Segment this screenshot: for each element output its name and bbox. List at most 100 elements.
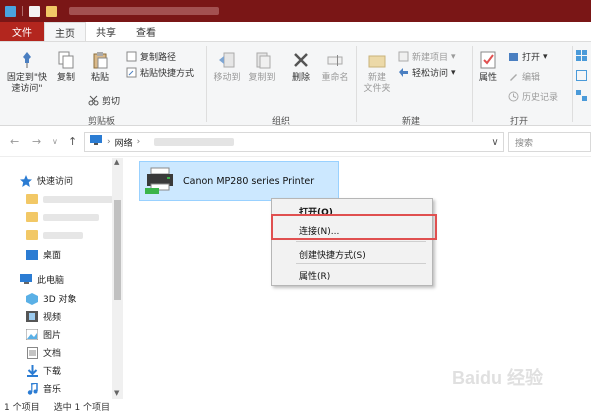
tab-home[interactable]: 主页	[44, 22, 86, 41]
window-title	[69, 7, 219, 15]
menu-item-create-shortcut[interactable]: 创建快捷方式(S)	[299, 248, 366, 261]
breadcrumb-separator: ›	[107, 137, 111, 147]
sidebar-item-3d-objects[interactable]: 3D 对象	[26, 292, 77, 305]
printer-icon	[145, 166, 175, 197]
up-arrow-icon[interactable]: ↑	[68, 135, 77, 148]
edit-button[interactable]: 编辑	[508, 70, 540, 83]
select-none-button[interactable]	[576, 70, 587, 81]
properties-icon[interactable]	[29, 5, 40, 17]
tab-view[interactable]: 查看	[126, 22, 166, 41]
navigation-pane: 快速访问 桌面 此电脑 3D 对象 视频 图片 文档 下载 音乐	[0, 158, 124, 399]
folder-icon	[26, 230, 38, 240]
document-icon	[26, 346, 38, 359]
sidebar-item-pictures[interactable]: 图片	[26, 328, 61, 341]
music-note-icon	[26, 382, 38, 395]
invert-selection-button[interactable]	[576, 90, 587, 101]
paste-icon	[91, 50, 109, 70]
sidebar-item-desktop[interactable]: 桌面	[26, 248, 61, 261]
edit-icon	[508, 71, 519, 82]
move-to-button[interactable]: 移动到	[210, 50, 244, 84]
copy-to-button[interactable]: 复制到	[244, 50, 280, 84]
paste-shortcut-button[interactable]: 粘贴快捷方式	[126, 66, 194, 79]
sidebar-item-documents[interactable]: 文档	[26, 346, 61, 359]
explorer-icon	[5, 5, 16, 17]
tab-share[interactable]: 共享	[86, 22, 126, 41]
search-input[interactable]: 搜索	[508, 132, 591, 152]
scroll-up-arrow-icon[interactable]: ▲	[114, 158, 119, 166]
new-item-icon	[398, 51, 409, 62]
film-icon	[26, 311, 38, 322]
address-dropdown-icon[interactable]: ∨	[486, 132, 504, 152]
new-item-button[interactable]: 新建项目 ▾	[398, 50, 456, 63]
menu-divider	[296, 241, 426, 242]
sidebar-scrollbar-thumb[interactable]	[114, 200, 121, 300]
sidebar-item-folder[interactable]	[26, 230, 83, 240]
copy-icon	[57, 50, 75, 70]
pin-icon	[18, 50, 36, 70]
cut-label: 剪切	[102, 97, 121, 107]
paste-shortcut-label: 粘贴快捷方式	[140, 69, 195, 79]
back-arrow-icon[interactable]: ←	[10, 135, 19, 148]
sidebar-item-quick-access[interactable]: 快速访问	[20, 174, 73, 187]
select-all-button[interactable]	[576, 50, 587, 61]
context-menu: 打开(O) 连接(N)... 创建快捷方式(S) 属性(R)	[271, 198, 433, 286]
recent-chevron-icon[interactable]: ∨	[52, 137, 58, 146]
sidebar-item-videos[interactable]: 视频	[26, 310, 61, 323]
new-folder-label-line2: 文件夹	[363, 84, 391, 94]
new-folder-label-line1: 新建	[367, 73, 386, 83]
easy-access-icon	[398, 67, 409, 78]
open-button[interactable]: 打开 ▾	[508, 50, 548, 63]
copy-button[interactable]: 复制	[54, 50, 78, 84]
sidebar-label: 快速访问	[37, 177, 74, 187]
forward-arrow-icon[interactable]: →	[32, 135, 41, 148]
group-organize-label: 组织	[272, 117, 291, 127]
breadcrumb-network[interactable]: 网络	[115, 136, 133, 149]
delete-button[interactable]: 删除	[288, 50, 314, 84]
copy-path-button[interactable]: 复制路径	[126, 50, 176, 63]
properties-label: 属性	[478, 73, 497, 83]
scroll-down-arrow-icon[interactable]: ▼	[114, 389, 119, 397]
tab-file[interactable]: 文件	[0, 22, 44, 41]
easy-access-button[interactable]: 轻松访问 ▾	[398, 66, 456, 79]
rename-button[interactable]: 重命名	[318, 50, 352, 84]
highlight-box	[271, 214, 437, 240]
new-folder-button[interactable]: 新建 文件夹	[360, 50, 394, 95]
move-to-icon	[218, 50, 236, 70]
rename-icon	[326, 50, 344, 70]
picture-icon	[26, 329, 38, 340]
menu-item-properties[interactable]: 属性(R)	[299, 269, 330, 282]
sidebar-item-music[interactable]: 音乐	[26, 382, 61, 395]
printer-item[interactable]: Canon MP280 series Printer	[139, 161, 339, 201]
address-bar[interactable]: › 网络 ›	[84, 132, 504, 152]
item-count: 1 个项目	[4, 403, 40, 413]
properties-button[interactable]: 属性	[476, 50, 500, 84]
copy-to-icon	[253, 50, 271, 70]
sidebar-item-this-pc[interactable]: 此电脑	[20, 273, 64, 286]
scissors-icon	[88, 95, 99, 106]
group-clipboard-label: 剪贴板	[88, 117, 116, 127]
divider	[472, 46, 473, 122]
sidebar-label: 文档	[43, 349, 62, 359]
folder-icon	[26, 212, 38, 222]
pin-quick-access-button[interactable]: 固定到"快 速访问"	[4, 50, 50, 95]
sidebar-label: 3D 对象	[43, 295, 77, 305]
chevron-down-icon: ▾	[451, 67, 456, 78]
chevron-down-icon: ▾	[543, 51, 548, 62]
paste-button[interactable]: 粘贴	[86, 50, 114, 84]
sidebar-item-folder[interactable]	[26, 194, 113, 204]
new-item-label: 新建项目	[412, 53, 449, 63]
select-grid-icon	[576, 90, 587, 101]
delete-x-icon	[292, 50, 310, 70]
new-folder-icon[interactable]	[46, 5, 57, 17]
history-button[interactable]: 历史记录	[508, 90, 558, 103]
sidebar-item-folder[interactable]	[26, 212, 99, 222]
sidebar-item-downloads[interactable]: 下载	[26, 364, 61, 377]
pin-label-line2: 速访问"	[11, 84, 43, 94]
cut-button[interactable]: 剪切	[88, 94, 120, 107]
download-arrow-icon	[26, 364, 38, 377]
select-grid-icon	[576, 70, 587, 81]
copy-label: 复制	[56, 73, 75, 83]
breadcrumb-computer[interactable]	[154, 138, 235, 146]
divider	[572, 46, 573, 122]
copy-path-label: 复制路径	[140, 53, 177, 63]
